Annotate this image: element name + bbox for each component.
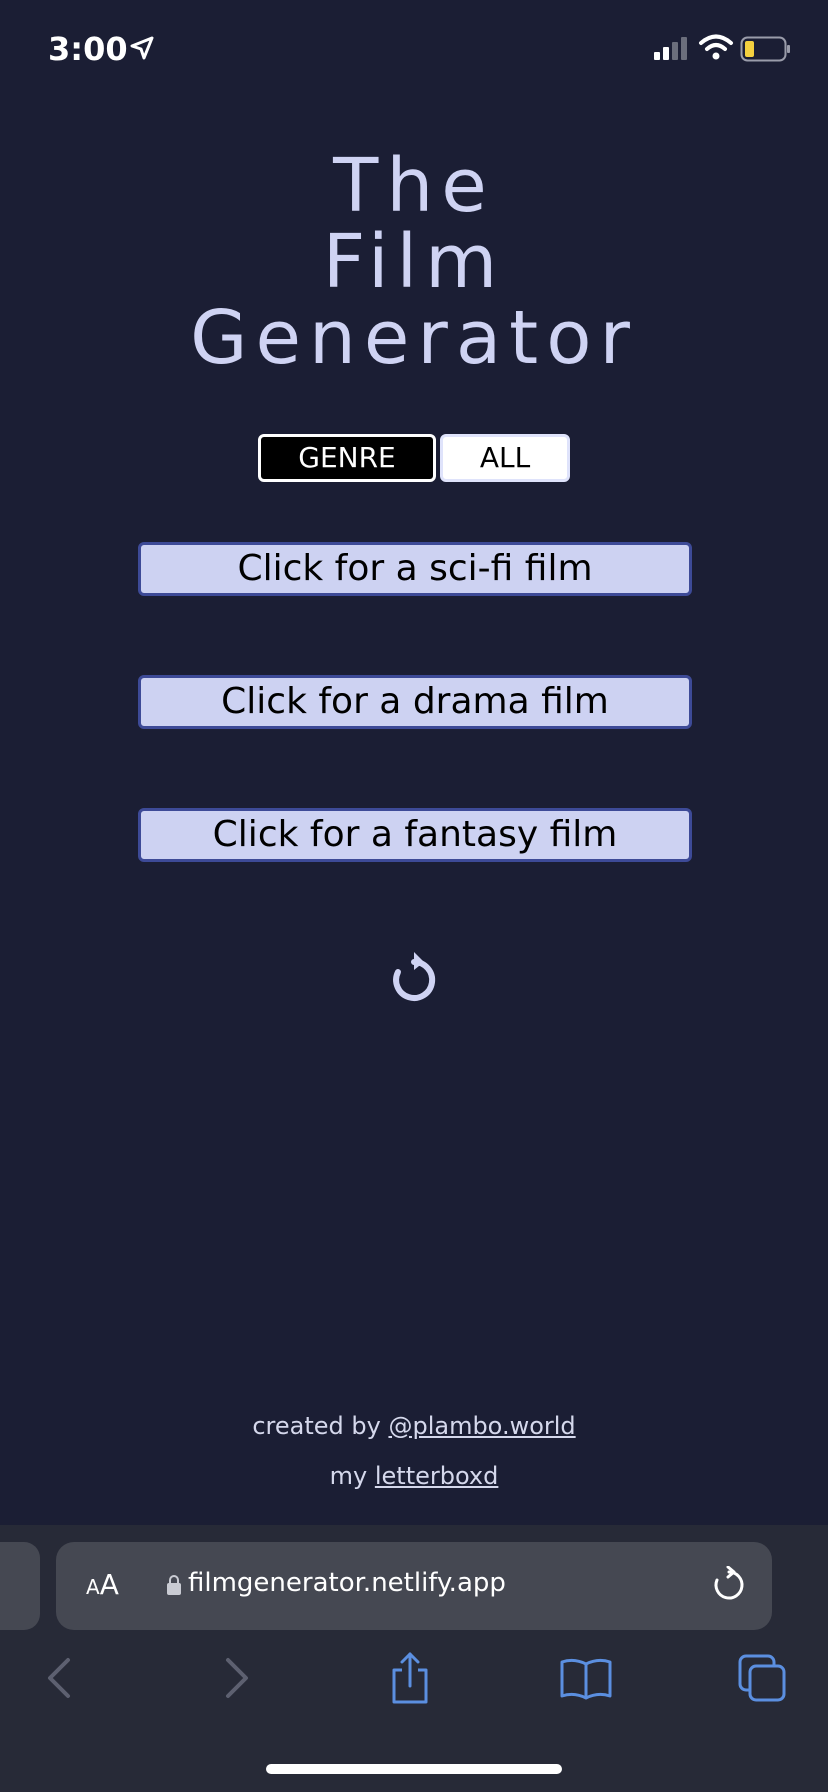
page-title: The Film Generator xyxy=(0,148,828,376)
back-icon[interactable] xyxy=(30,1650,90,1706)
browser-nav-row xyxy=(0,1650,828,1710)
created-by-label: created by xyxy=(252,1412,381,1440)
text-size-large-a: A xyxy=(99,1568,119,1601)
fantasy-film-button[interactable]: Click for a fantasy film xyxy=(138,808,692,862)
reload-icon[interactable] xyxy=(710,1566,748,1604)
wifi-icon xyxy=(699,34,733,60)
forward-icon[interactable] xyxy=(206,1650,266,1706)
tabs-icon[interactable] xyxy=(732,1650,792,1706)
battery-low-icon xyxy=(740,36,790,62)
bookmarks-icon[interactable] xyxy=(556,1650,616,1706)
title-line-3: Generator xyxy=(190,295,638,381)
letterboxd-link[interactable]: letterboxd xyxy=(375,1462,499,1490)
refresh-icon[interactable] xyxy=(388,950,440,1006)
text-size-button[interactable]: AA xyxy=(86,1568,119,1601)
status-time: 3:00 xyxy=(48,30,128,68)
text-size-small-a: A xyxy=(86,1575,100,1599)
plambo-world-link[interactable]: @plambo.world xyxy=(388,1412,575,1440)
cellular-signal-icon xyxy=(654,37,687,60)
home-indicator xyxy=(266,1764,562,1774)
status-bar: 3:00 xyxy=(0,0,828,100)
url-text: filmgenerator.netlify.app xyxy=(188,1568,506,1598)
share-icon[interactable] xyxy=(380,1650,440,1706)
address-bar[interactable]: AA filmgenerator.netlify.app xyxy=(56,1542,772,1630)
credit-letterboxd: my letterboxd xyxy=(0,1462,828,1490)
title-line-1: The xyxy=(333,143,495,229)
previous-tab-stub[interactable] xyxy=(0,1542,40,1630)
drama-film-button[interactable]: Click for a drama film xyxy=(138,675,692,729)
title-line-2: Film xyxy=(322,219,506,305)
toggle-all-button[interactable]: ALL xyxy=(440,434,570,482)
lock-icon xyxy=(167,1575,181,1595)
my-label: my xyxy=(329,1462,368,1490)
toggle-genre-button[interactable]: GENRE xyxy=(258,434,436,482)
location-arrow-icon xyxy=(130,36,154,60)
credit-created-by: created by @plambo.world xyxy=(0,1412,828,1440)
scifi-film-button[interactable]: Click for a sci-fi film xyxy=(138,542,692,596)
